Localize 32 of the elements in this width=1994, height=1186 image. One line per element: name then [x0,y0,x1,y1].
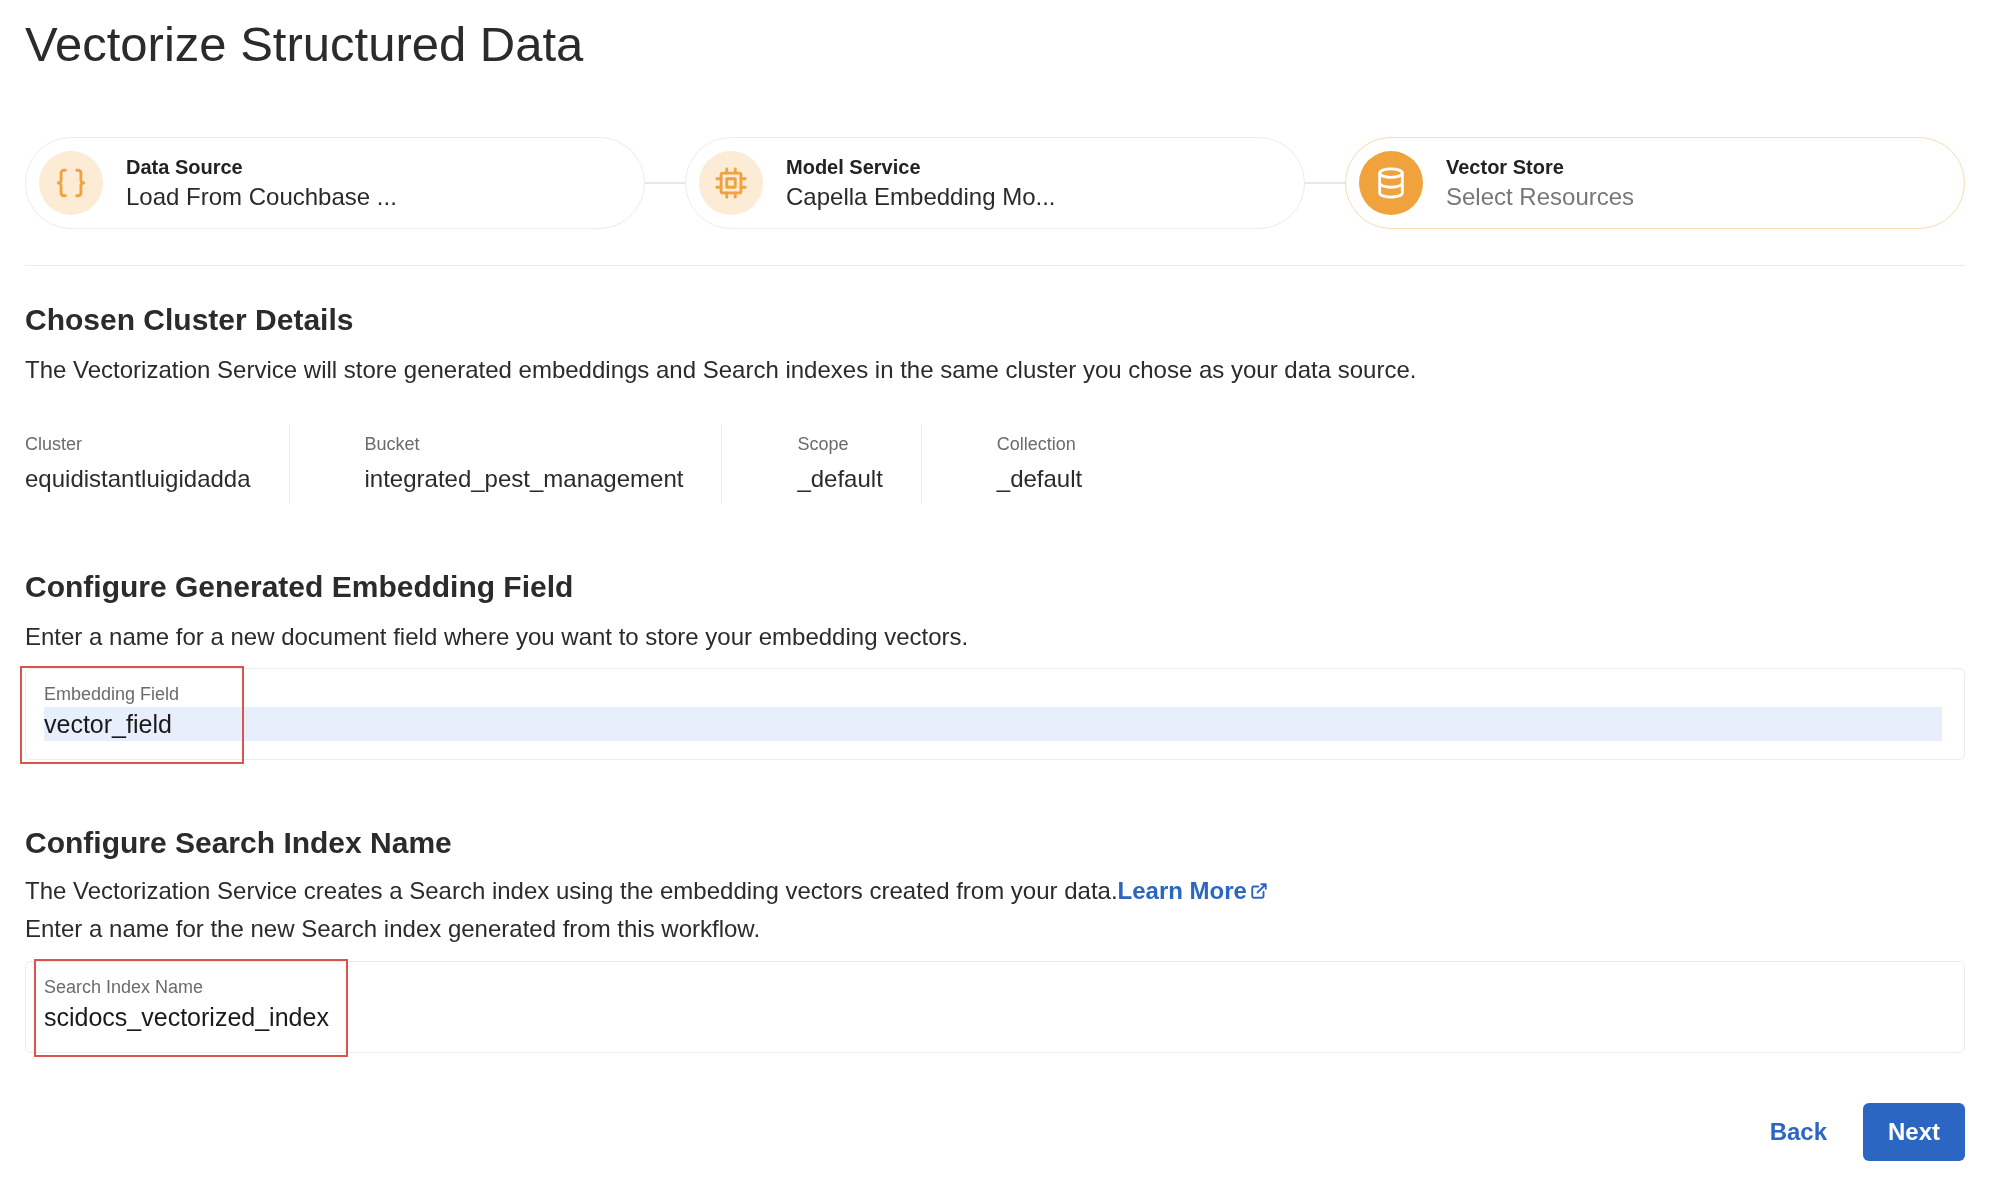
section-heading: Chosen Cluster Details [25,302,355,338]
next-button[interactable]: Next [1863,1103,1965,1161]
detail-label: Bucket [364,434,421,455]
detail-value: _default [996,465,1083,493]
section-heading: Configure Search Index Name [25,825,453,861]
input-field[interactable]: scidocs_vectorized_index [44,1000,1942,1034]
chip-icon [714,166,748,200]
section-description: The Vectorization Service creates a Search index using the embedding vectors created from your data.Learn More [25,873,1965,909]
section-heading: Configure Generated Embedding Field [25,569,575,605]
field-label: Search Index Name [44,976,205,999]
input-field[interactable]: vector_field [44,707,1942,741]
step-value: Select Resources [1446,182,1635,211]
braces-icon [54,166,88,200]
detail-value: integrated_pest_management [364,465,684,493]
detail-label: Collection [996,434,1077,455]
section-note: Enter a name for the new Search index generated from this workflow. [25,914,762,944]
step-value: Capella Embedding Mo... [786,182,1056,211]
step-label: Vector Store [1446,155,1565,179]
step-value: Load From Couchbase ... [126,182,397,211]
section-description: Enter a name for a new document field where you want to store your embedding vectors. [25,622,970,652]
back-button[interactable]: Back [1761,1108,1835,1156]
detail-label: Scope [797,434,850,455]
learn-more-link[interactable]: Learn More [1117,873,1268,909]
detail-value: _default [797,465,883,493]
field-label: Embedding Field [44,683,181,706]
detail-label: Cluster [25,434,83,455]
external-link-icon [1249,882,1268,900]
step-label: Model Service [786,155,922,179]
page-title: Vectorize Structured Data [25,16,585,73]
step-label: Data Source [126,155,244,179]
detail-value: equidistantluigidadda [25,465,251,493]
section-description: The Vectorization Service will store generated embeddings and Search indexes in the same cluster you chose as your data source. [25,355,1418,385]
